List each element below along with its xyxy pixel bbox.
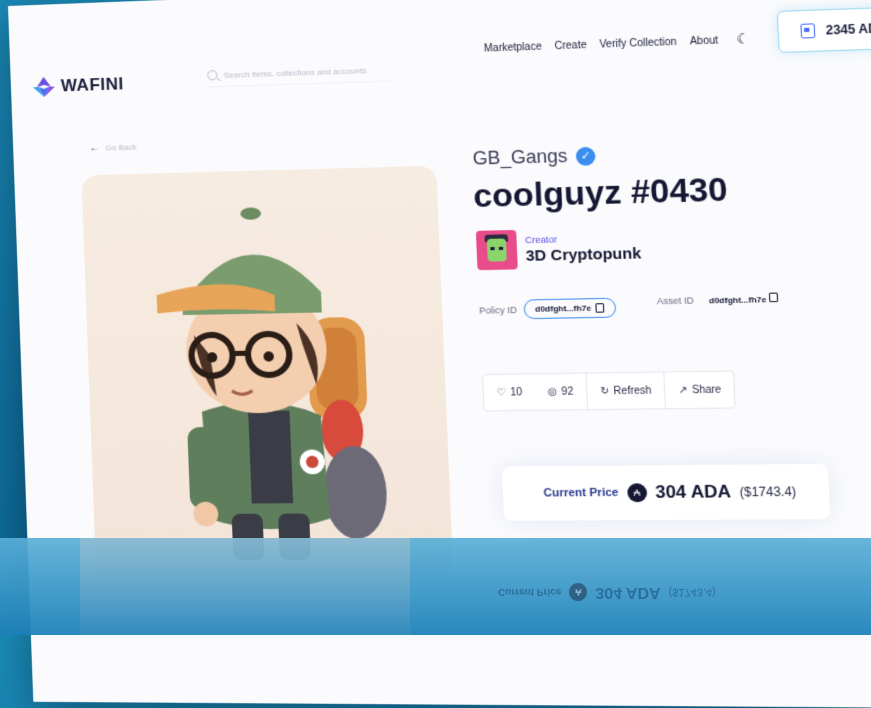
search-input[interactable]: Search items, collections and accounts bbox=[223, 65, 366, 79]
wallet-icon bbox=[800, 23, 815, 38]
nft-character-illustration bbox=[81, 166, 453, 581]
price-panel: Current Price ₳ 304 ADA ($1743.4) bbox=[502, 464, 830, 521]
creator-label: Creator bbox=[525, 232, 641, 245]
nav-verify-collection[interactable]: Verify Collection bbox=[599, 37, 677, 51]
nft-reflection bbox=[80, 538, 410, 635]
heart-icon: ♡ bbox=[496, 387, 506, 399]
nft-title: coolguyz #0430 bbox=[472, 170, 728, 215]
policy-copy-button[interactable]: d0dfght...fh7e bbox=[523, 298, 617, 320]
arrow-left-icon: ← bbox=[89, 143, 99, 154]
policy-value: d0dfght...fh7e bbox=[535, 303, 592, 313]
price-usd-reflection: ($1743.4) bbox=[669, 586, 716, 598]
price-reflection: Current Price ₳ 304 ADA ($1743.4) bbox=[498, 583, 716, 601]
policy-id: Policy ID d0dfght...fh7e bbox=[479, 298, 617, 320]
refresh-label: Refresh bbox=[613, 385, 651, 397]
share-label: Share bbox=[692, 384, 722, 396]
view-count: 92 bbox=[561, 386, 573, 398]
nav-create[interactable]: Create bbox=[554, 40, 587, 53]
views-counter: ◎ 92 bbox=[534, 374, 587, 410]
nft-image[interactable] bbox=[81, 166, 453, 581]
nav-marketplace[interactable]: Marketplace bbox=[484, 41, 542, 54]
refresh-icon: ↻ bbox=[600, 385, 610, 397]
wallet-button[interactable]: 2345 ADA bbox=[777, 6, 871, 53]
creator-avatar[interactable] bbox=[476, 230, 518, 270]
search-bar[interactable]: Search items, collections and accounts bbox=[207, 58, 394, 88]
price-value-reflection: 304 ADA bbox=[595, 583, 660, 601]
search-icon bbox=[207, 70, 218, 80]
verified-badge-icon: ✓ bbox=[576, 146, 596, 165]
price-label: Current Price bbox=[543, 487, 619, 500]
copy-icon bbox=[769, 293, 778, 303]
refresh-button[interactable]: ↻ Refresh bbox=[585, 372, 665, 409]
action-bar: ♡ 10 ◎ 92 ↻ Refresh ↗ Share bbox=[482, 370, 736, 411]
collection-name[interactable]: GB_Gangs ✓ bbox=[472, 145, 596, 170]
moon-icon[interactable]: ☾ bbox=[736, 30, 751, 48]
policy-label: Policy ID bbox=[479, 304, 517, 315]
share-button[interactable]: ↗ Share bbox=[664, 372, 735, 409]
ada-icon: ₳ bbox=[569, 583, 587, 601]
like-button[interactable]: ♡ 10 bbox=[483, 374, 536, 410]
asset-id: Asset ID d0dfght...fh7e bbox=[657, 293, 779, 307]
like-count: 10 bbox=[510, 386, 522, 398]
eye-icon: ◎ bbox=[548, 386, 558, 398]
collection-label: GB_Gangs bbox=[472, 145, 568, 169]
creator-name[interactable]: 3D Cryptopunk bbox=[525, 244, 641, 264]
creator-info[interactable]: Creator 3D Cryptopunk bbox=[476, 227, 642, 270]
back-link[interactable]: ← Go Back bbox=[89, 141, 137, 153]
reflection-overlay: Current Price ₳ 304 ADA ($1743.4) bbox=[0, 538, 871, 635]
asset-copy-button[interactable]: d0dfght...fh7e bbox=[709, 293, 778, 306]
logo-text: WAFINI bbox=[61, 74, 125, 96]
nav-about[interactable]: About bbox=[690, 35, 719, 47]
back-label: Go Back bbox=[105, 143, 136, 153]
price-label-reflection: Current Price bbox=[498, 587, 561, 598]
ada-icon: ₳ bbox=[627, 483, 647, 502]
asset-label: Asset ID bbox=[657, 295, 694, 306]
logo[interactable]: WAFINI bbox=[30, 72, 124, 99]
copy-icon bbox=[595, 303, 604, 313]
share-icon: ↗ bbox=[678, 384, 688, 396]
price-usd: ($1743.4) bbox=[739, 484, 796, 499]
asset-value: d0dfght...fh7e bbox=[709, 295, 767, 306]
price-value: 304 ADA bbox=[655, 482, 732, 504]
wallet-balance: 2345 ADA bbox=[825, 21, 871, 38]
wafini-logo-icon bbox=[30, 74, 57, 99]
top-nav: Marketplace Create Verify Collection Abo… bbox=[484, 35, 719, 55]
